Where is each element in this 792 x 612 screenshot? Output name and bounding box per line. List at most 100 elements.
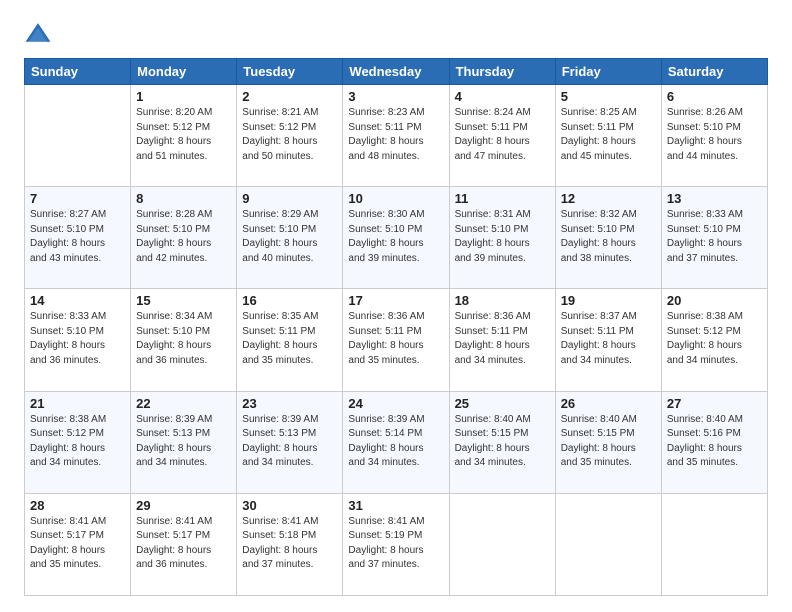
calendar-cell: 31 Sunrise: 8:41 AM Sunset: 5:19 PM Dayli… — [343, 493, 449, 595]
logo-icon — [24, 20, 52, 48]
day-number: 8 — [136, 191, 231, 206]
calendar-cell: 16 Sunrise: 8:35 AM Sunset: 5:11 PM Dayli… — [237, 289, 343, 391]
day-info: Sunrise: 8:29 AM Sunset: 5:10 PM Dayligh… — [242, 208, 337, 266]
day-number: 20 — [667, 293, 762, 308]
calendar-cell: 2Sunrise: 8:21 AM Sunset: 5:12 PM Daylig… — [237, 85, 343, 187]
day-info: Sunrise: 8:20 AM Sunset: 5:12 PM Dayligh… — [136, 106, 231, 164]
day-info: Sunrise: 8:39 AM Sunset: 5:13 PM Dayligh… — [242, 413, 337, 471]
calendar-cell: 28Sunrise: 8:41 AM Sunset: 5:17 PM Dayli… — [25, 493, 131, 595]
calendar-cell: 10 Sunrise: 8:30 AM Sunset: 5:10 PM Dayli… — [343, 187, 449, 289]
day-number: 30 — [242, 498, 337, 513]
day-info: Sunrise: 8:38 AM Sunset: 5:12 PM Dayligh… — [30, 413, 125, 471]
day-number: 21 — [30, 396, 125, 411]
weekday-tuesday: Tuesday — [237, 59, 343, 85]
calendar-cell — [661, 493, 767, 595]
calendar-cell: 29 Sunrise: 8:41 AM Sunset: 5:17 PM Dayli… — [131, 493, 237, 595]
calendar-cell — [449, 493, 555, 595]
calendar-cell: 22 Sunrise: 8:39 AM Sunset: 5:13 PM Dayli… — [131, 391, 237, 493]
calendar-cell: 20Sunrise: 8:38 AM Sunset: 5:12 PM Dayli… — [661, 289, 767, 391]
week-row-2: 7 Sunrise: 8:27 AM Sunset: 5:10 PM Daylig… — [25, 187, 768, 289]
calendar-cell: 18 Sunrise: 8:36 AM Sunset: 5:11 PM Dayli… — [449, 289, 555, 391]
day-info: Sunrise: 8:34 AM Sunset: 5:10 PM Dayligh… — [136, 310, 231, 368]
day-number: 31 — [348, 498, 443, 513]
calendar: SundayMondayTuesdayWednesdayThursdayFrid… — [24, 58, 768, 596]
calendar-cell: 8 Sunrise: 8:28 AM Sunset: 5:10 PM Daylig… — [131, 187, 237, 289]
day-info: Sunrise: 8:41 AM Sunset: 5:18 PM Dayligh… — [242, 515, 337, 573]
day-number: 25 — [455, 396, 550, 411]
calendar-cell: 19 Sunrise: 8:37 AM Sunset: 5:11 PM Dayli… — [555, 289, 661, 391]
day-info: Sunrise: 8:31 AM Sunset: 5:10 PM Dayligh… — [455, 208, 550, 266]
calendar-cell: 23 Sunrise: 8:39 AM Sunset: 5:13 PM Dayli… — [237, 391, 343, 493]
weekday-sunday: Sunday — [25, 59, 131, 85]
day-info: Sunrise: 8:37 AM Sunset: 5:11 PM Dayligh… — [561, 310, 656, 368]
day-number: 12 — [561, 191, 656, 206]
day-number: 9 — [242, 191, 337, 206]
day-number: 7 — [30, 191, 125, 206]
day-number: 10 — [348, 191, 443, 206]
day-number: 14 — [30, 293, 125, 308]
day-info: Sunrise: 8:28 AM Sunset: 5:10 PM Dayligh… — [136, 208, 231, 266]
week-row-5: 28Sunrise: 8:41 AM Sunset: 5:17 PM Dayli… — [25, 493, 768, 595]
calendar-cell: 5 Sunrise: 8:25 AM Sunset: 5:11 PM Daylig… — [555, 85, 661, 187]
day-number: 18 — [455, 293, 550, 308]
calendar-cell: 1Sunrise: 8:20 AM Sunset: 5:12 PM Daylig… — [131, 85, 237, 187]
day-info: Sunrise: 8:35 AM Sunset: 5:11 PM Dayligh… — [242, 310, 337, 368]
calendar-cell: 21 Sunrise: 8:38 AM Sunset: 5:12 PM Dayli… — [25, 391, 131, 493]
calendar-cell: 25 Sunrise: 8:40 AM Sunset: 5:15 PM Dayli… — [449, 391, 555, 493]
day-info: Sunrise: 8:27 AM Sunset: 5:10 PM Dayligh… — [30, 208, 125, 266]
day-number: 15 — [136, 293, 231, 308]
day-info: Sunrise: 8:30 AM Sunset: 5:10 PM Dayligh… — [348, 208, 443, 266]
day-info: Sunrise: 8:36 AM Sunset: 5:11 PM Dayligh… — [348, 310, 443, 368]
day-number: 27 — [667, 396, 762, 411]
day-info: Sunrise: 8:41 AM Sunset: 5:17 PM Dayligh… — [136, 515, 231, 573]
calendar-cell — [555, 493, 661, 595]
calendar-cell: 7 Sunrise: 8:27 AM Sunset: 5:10 PM Daylig… — [25, 187, 131, 289]
header — [24, 20, 768, 48]
day-number: 26 — [561, 396, 656, 411]
day-info: Sunrise: 8:39 AM Sunset: 5:14 PM Dayligh… — [348, 413, 443, 471]
day-info: Sunrise: 8:39 AM Sunset: 5:13 PM Dayligh… — [136, 413, 231, 471]
day-info: Sunrise: 8:26 AM Sunset: 5:10 PM Dayligh… — [667, 106, 762, 164]
day-number: 11 — [455, 191, 550, 206]
weekday-wednesday: Wednesday — [343, 59, 449, 85]
page: SundayMondayTuesdayWednesdayThursdayFrid… — [0, 0, 792, 612]
week-row-3: 14 Sunrise: 8:33 AM Sunset: 5:10 PM Dayli… — [25, 289, 768, 391]
day-number: 16 — [242, 293, 337, 308]
day-info: Sunrise: 8:41 AM Sunset: 5:17 PM Dayligh… — [30, 515, 125, 573]
day-info: Sunrise: 8:24 AM Sunset: 5:11 PM Dayligh… — [455, 106, 550, 164]
day-info: Sunrise: 8:40 AM Sunset: 5:15 PM Dayligh… — [455, 413, 550, 471]
day-number: 2 — [242, 89, 337, 104]
day-info: Sunrise: 8:40 AM Sunset: 5:15 PM Dayligh… — [561, 413, 656, 471]
day-info: Sunrise: 8:33 AM Sunset: 5:10 PM Dayligh… — [30, 310, 125, 368]
day-info: Sunrise: 8:32 AM Sunset: 5:10 PM Dayligh… — [561, 208, 656, 266]
day-info: Sunrise: 8:41 AM Sunset: 5:19 PM Dayligh… — [348, 515, 443, 573]
day-number: 3 — [348, 89, 443, 104]
calendar-cell: 4 Sunrise: 8:24 AM Sunset: 5:11 PM Daylig… — [449, 85, 555, 187]
day-number: 19 — [561, 293, 656, 308]
day-info: Sunrise: 8:25 AM Sunset: 5:11 PM Dayligh… — [561, 106, 656, 164]
calendar-cell: 3Sunrise: 8:23 AM Sunset: 5:11 PM Daylig… — [343, 85, 449, 187]
day-number: 4 — [455, 89, 550, 104]
weekday-monday: Monday — [131, 59, 237, 85]
week-row-4: 21 Sunrise: 8:38 AM Sunset: 5:12 PM Dayli… — [25, 391, 768, 493]
day-number: 29 — [136, 498, 231, 513]
day-info: Sunrise: 8:36 AM Sunset: 5:11 PM Dayligh… — [455, 310, 550, 368]
day-number: 5 — [561, 89, 656, 104]
weekday-header-row: SundayMondayTuesdayWednesdayThursdayFrid… — [25, 59, 768, 85]
calendar-cell: 12 Sunrise: 8:32 AM Sunset: 5:10 PM Dayli… — [555, 187, 661, 289]
week-row-1: 1Sunrise: 8:20 AM Sunset: 5:12 PM Daylig… — [25, 85, 768, 187]
weekday-saturday: Saturday — [661, 59, 767, 85]
calendar-cell — [25, 85, 131, 187]
day-number: 13 — [667, 191, 762, 206]
calendar-cell: 6 Sunrise: 8:26 AM Sunset: 5:10 PM Daylig… — [661, 85, 767, 187]
day-number: 22 — [136, 396, 231, 411]
day-number: 6 — [667, 89, 762, 104]
day-info: Sunrise: 8:40 AM Sunset: 5:16 PM Dayligh… — [667, 413, 762, 471]
calendar-cell: 13 Sunrise: 8:33 AM Sunset: 5:10 PM Dayli… — [661, 187, 767, 289]
logo — [24, 20, 56, 48]
calendar-cell: 30 Sunrise: 8:41 AM Sunset: 5:18 PM Dayli… — [237, 493, 343, 595]
calendar-cell: 17Sunrise: 8:36 AM Sunset: 5:11 PM Dayli… — [343, 289, 449, 391]
day-info: Sunrise: 8:33 AM Sunset: 5:10 PM Dayligh… — [667, 208, 762, 266]
calendar-cell: 9 Sunrise: 8:29 AM Sunset: 5:10 PM Daylig… — [237, 187, 343, 289]
day-number: 23 — [242, 396, 337, 411]
